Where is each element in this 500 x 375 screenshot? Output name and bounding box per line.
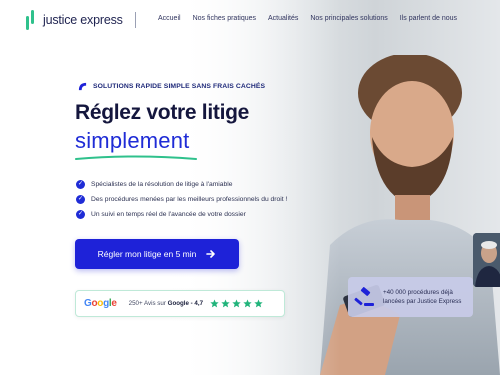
star-icon <box>243 299 252 308</box>
gavel-icon <box>354 287 374 306</box>
review-summary: 250+ Avis sur Google - 4,7 <box>128 300 204 307</box>
nav-item-ils-parlent-de-nous[interactable]: Ils parlent de nous <box>400 15 457 22</box>
logo[interactable]: justice express <box>25 10 123 30</box>
feature-list: ✓ Spécialistes de la résolution de litig… <box>76 177 287 222</box>
badge-line-2: lancées par Justice Express <box>383 298 462 305</box>
check-icon: ✓ <box>76 210 85 219</box>
header-divider <box>135 12 136 28</box>
list-item: ✓ Des procédures menées par les meilleur… <box>76 192 287 207</box>
badge-line-1: +40 000 procédures déjà <box>383 289 453 296</box>
list-item: ✓ Spécialistes de la résolution de litig… <box>76 177 287 192</box>
tag-icon <box>78 82 87 91</box>
google-reviews-widget[interactable]: Google 250+ Avis sur Google - 4,7 <box>75 290 285 317</box>
star-icon <box>232 299 241 308</box>
hero-title: Réglez votre litige <box>75 101 250 124</box>
feature-text: Spécialistes de la résolution de litige … <box>91 181 233 188</box>
star-icon <box>221 299 230 308</box>
cta-label: Régler mon litige en 5 min <box>97 249 197 259</box>
start-claim-button[interactable]: Régler mon litige en 5 min <box>75 239 239 269</box>
nav-item-solutions[interactable]: Nos principales solutions <box>310 15 387 22</box>
logo-text: justice express <box>43 13 123 27</box>
nav-item-accueil[interactable]: Accueil <box>158 15 181 22</box>
feature-text: Des procédures menées par les meilleurs … <box>91 196 288 203</box>
star-rating <box>210 299 263 308</box>
star-icon <box>254 299 263 308</box>
list-item: ✓ Un suivi en temps réel de l'avancée de… <box>76 207 287 222</box>
check-icon: ✓ <box>76 195 85 204</box>
site-header: justice express Accueil Nos fiches prati… <box>0 0 500 40</box>
google-logo: Google <box>84 298 117 309</box>
hero-tagline: SOLUTIONS RAPIDE SIMPLE SANS FRAIS CACHÉ… <box>78 82 265 91</box>
advisor-avatar <box>473 233 500 287</box>
highlight-underline <box>75 155 197 160</box>
nav-item-actualites[interactable]: Actualités <box>268 15 298 22</box>
nav-item-fiches-pratiques[interactable]: Nos fiches pratiques <box>193 15 256 22</box>
procedures-count-badge: +40 000 procédures déjà lancées par Just… <box>348 277 473 317</box>
hero-title-highlight: simplement <box>75 128 190 153</box>
feature-text: Un suivi en temps réel de l'avancée de v… <box>91 211 246 218</box>
check-icon: ✓ <box>76 180 85 189</box>
arrow-right-icon <box>206 250 216 258</box>
tagline-text: SOLUTIONS RAPIDE SIMPLE SANS FRAIS CACHÉ… <box>93 83 266 90</box>
star-icon <box>210 299 219 308</box>
logo-mark-icon <box>25 10 37 30</box>
main-nav: Accueil Nos fiches pratiques Actualités … <box>158 15 457 22</box>
